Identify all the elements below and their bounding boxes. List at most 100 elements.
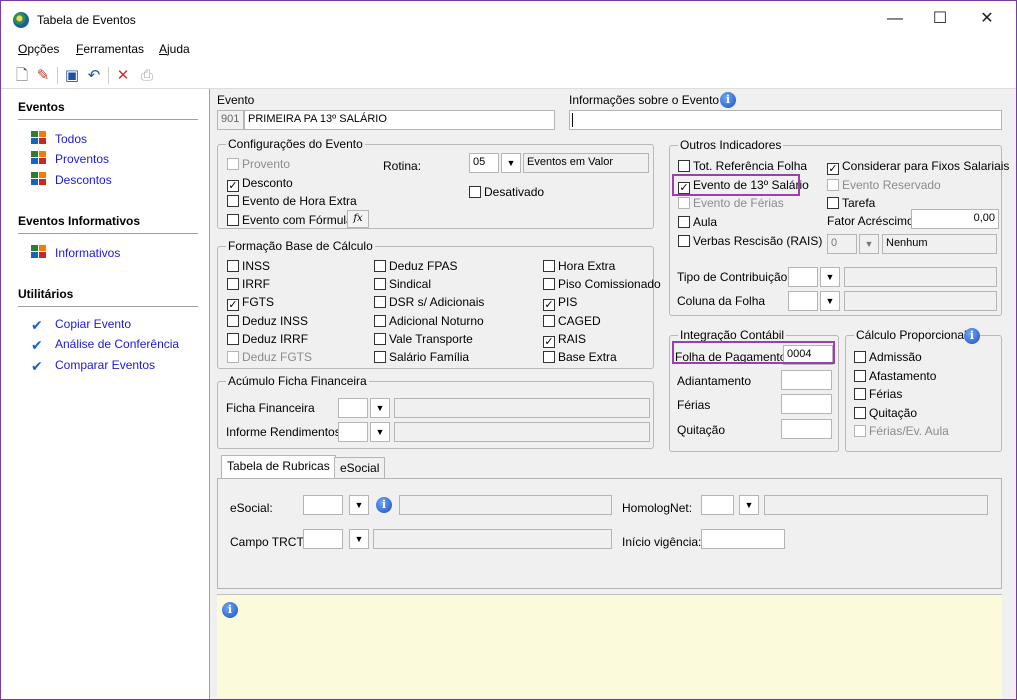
table-icon xyxy=(31,245,47,259)
hora-extra-base-checkbox[interactable]: Hora Extra xyxy=(543,259,615,273)
delete-icon[interactable]: ✕ xyxy=(114,67,132,85)
menu-ajuda[interactable]: Ajuda xyxy=(159,42,190,56)
evento-name-field[interactable]: PRIMEIRA PA 13º SALÁRIO xyxy=(244,110,555,130)
tipo-contribuicao-dropdown[interactable]: ▼ xyxy=(820,267,840,287)
campo-trct-field[interactable] xyxy=(303,529,343,549)
afastamento-checkbox[interactable]: Afastamento xyxy=(854,369,936,383)
tarefa-checkbox[interactable]: Tarefa xyxy=(827,196,875,210)
coluna-folha-dropdown[interactable]: ▼ xyxy=(820,291,840,311)
desativado-checkbox[interactable]: Desativado xyxy=(469,185,544,199)
esocial-desc xyxy=(399,495,612,515)
provento-checkbox[interactable]: Provento xyxy=(227,157,290,171)
sidebar-item-proventos[interactable]: Proventos xyxy=(31,151,109,166)
tipo-contribuicao-field[interactable] xyxy=(788,267,818,287)
deduz-irrf-checkbox[interactable]: Deduz IRRF xyxy=(227,332,308,346)
hora-extra-checkbox[interactable]: Evento de Hora Extra xyxy=(227,194,357,208)
edit-pencil-icon[interactable]: ✎ xyxy=(34,67,52,85)
close-button[interactable]: ✕ xyxy=(967,7,1007,31)
adiantamento-field[interactable] xyxy=(781,370,832,390)
info-evento-field[interactable] xyxy=(569,110,1002,130)
sidebar-item-analise-conferencia[interactable]: ✔ Análise de Conferência xyxy=(31,337,179,352)
ficha-financeira-dropdown[interactable]: ▼ xyxy=(370,398,390,418)
tab-tabela-rubricas[interactable]: Tabela de Rubricas xyxy=(221,455,336,478)
inicio-vigencia-field[interactable] xyxy=(701,529,785,549)
ferias-ev-aula-checkbox[interactable]: Férias/Ev. Aula xyxy=(854,424,949,438)
title-bar: Tabela de Eventos — ☐ ✕ xyxy=(1,1,1016,37)
new-document-icon[interactable]: 🗋 xyxy=(13,67,31,85)
irrf-checkbox[interactable]: IRRF xyxy=(227,277,270,291)
fator-acrescimo-field[interactable]: 0,00 xyxy=(911,209,999,229)
dsr-checkbox[interactable]: DSR s/ Adicionais xyxy=(374,295,484,309)
verbas-code-field[interactable]: 0 xyxy=(827,234,857,254)
campo-trct-dropdown[interactable]: ▼ xyxy=(349,529,369,549)
coluna-folha-field[interactable] xyxy=(788,291,818,311)
evento-code-field[interactable]: 901 xyxy=(217,110,244,130)
caged-checkbox[interactable]: CAGED xyxy=(543,314,601,328)
piso-comissionado-checkbox[interactable]: Piso Comissionado xyxy=(543,277,661,291)
info-icon[interactable]: i xyxy=(720,92,736,108)
deduz-fgts-checkbox[interactable]: Deduz FGTS xyxy=(227,350,312,364)
menu-ferramentas[interactable]: Ferramentas xyxy=(76,42,144,56)
esocial-field[interactable] xyxy=(303,495,343,515)
homolognet-field[interactable] xyxy=(701,495,734,515)
check-icon: ✔ xyxy=(31,358,43,374)
ferias-integracao-field[interactable] xyxy=(781,394,832,414)
save-icon[interactable]: ▣ xyxy=(63,67,81,85)
deduz-fpas-checkbox[interactable]: Deduz FPAS xyxy=(374,259,457,273)
minimize-button[interactable]: — xyxy=(875,7,915,31)
verbas-rescisao-checkbox[interactable]: Verbas Rescisão (RAIS) xyxy=(678,234,822,248)
verbas-dropdown[interactable]: ▼ xyxy=(859,234,879,254)
esocial-label: eSocial: xyxy=(230,501,273,515)
info-icon[interactable]: i xyxy=(964,328,980,344)
fator-acrescimo-label: Fator Acréscimo xyxy=(827,214,914,228)
vale-transporte-checkbox[interactable]: Vale Transporte xyxy=(374,332,473,346)
sidebar-item-todos[interactable]: Todos xyxy=(31,131,87,146)
quitacao-integracao-field[interactable] xyxy=(781,419,832,439)
check-icon: ✔ xyxy=(31,317,43,333)
informe-rendimentos-field[interactable] xyxy=(338,422,368,442)
esocial-dropdown[interactable]: ▼ xyxy=(349,495,369,515)
sindical-checkbox[interactable]: Sindical xyxy=(374,277,431,291)
undo-icon[interactable]: ↶ xyxy=(85,67,103,85)
homolognet-dropdown[interactable]: ▼ xyxy=(739,495,759,515)
rotina-field[interactable]: 05 xyxy=(469,153,499,173)
ferias-proporcional-checkbox[interactable]: Férias xyxy=(854,387,902,401)
ficha-financeira-field[interactable] xyxy=(338,398,368,418)
maximize-button[interactable]: ☐ xyxy=(920,7,960,31)
desconto-checkbox[interactable]: ✓ Desconto xyxy=(227,176,293,192)
sidebar-item-comparar-eventos[interactable]: ✔ Comparar Eventos xyxy=(31,358,155,373)
informe-rendimentos-dropdown[interactable]: ▼ xyxy=(370,422,390,442)
sidebar-item-descontos[interactable]: Descontos xyxy=(31,172,112,187)
base-extra-checkbox[interactable]: Base Extra xyxy=(543,350,617,364)
quitacao-proporcional-checkbox[interactable]: Quitação xyxy=(854,406,917,420)
tab-esocial[interactable]: eSocial xyxy=(334,457,386,478)
inicio-vigencia-label: Início vigência: xyxy=(622,535,702,549)
evento-reservado-checkbox[interactable]: Evento Reservado xyxy=(827,178,941,192)
aula-checkbox[interactable]: Aula xyxy=(678,215,717,229)
acumulo-title: Acúmulo Ficha Financeira xyxy=(226,374,369,388)
admissao-checkbox[interactable]: Admissão xyxy=(854,350,922,364)
tot-ref-checkbox[interactable]: Tot. Referência Folha xyxy=(678,159,807,173)
window-title: Tabela de Eventos xyxy=(37,13,136,27)
menu-opcoes[interactable]: Opções xyxy=(18,42,59,56)
informe-rendimentos-label: Informe Rendimentos xyxy=(226,425,341,439)
rotina-dropdown[interactable]: ▼ xyxy=(501,153,521,173)
evento-ferias-checkbox[interactable]: Evento de Férias xyxy=(678,196,784,210)
sidebar-item-copiar-evento[interactable]: ✔ Copiar Evento xyxy=(31,317,131,332)
formula-button[interactable]: fx xyxy=(347,210,369,228)
salario-familia-checkbox[interactable]: Salário Família xyxy=(374,350,469,364)
fgts-checkbox[interactable]: ✓ FGTS xyxy=(227,295,274,311)
formula-checkbox[interactable]: Evento com Fórmula xyxy=(227,213,353,227)
adicional-noturno-checkbox[interactable]: Adicional Noturno xyxy=(374,314,484,328)
sidebar-item-informativos[interactable]: Informativos xyxy=(31,245,120,260)
print-icon[interactable]: ⎙ xyxy=(138,67,156,85)
rais-checkbox[interactable]: ✓ RAIS xyxy=(543,332,586,348)
evento-13-highlight xyxy=(672,174,800,196)
rotina-desc-field: Eventos em Valor xyxy=(523,153,649,173)
considerar-fixos-checkbox[interactable]: ✓ Considerar para Fixos Salariais xyxy=(827,159,1009,175)
info-icon[interactable]: i xyxy=(376,497,392,513)
pis-checkbox[interactable]: ✓ PIS xyxy=(543,295,577,311)
deduz-inss-checkbox[interactable]: Deduz INSS xyxy=(227,314,308,328)
proporcional-title: Cálculo Proporcional xyxy=(854,328,969,342)
inss-checkbox[interactable]: INSS xyxy=(227,259,270,273)
